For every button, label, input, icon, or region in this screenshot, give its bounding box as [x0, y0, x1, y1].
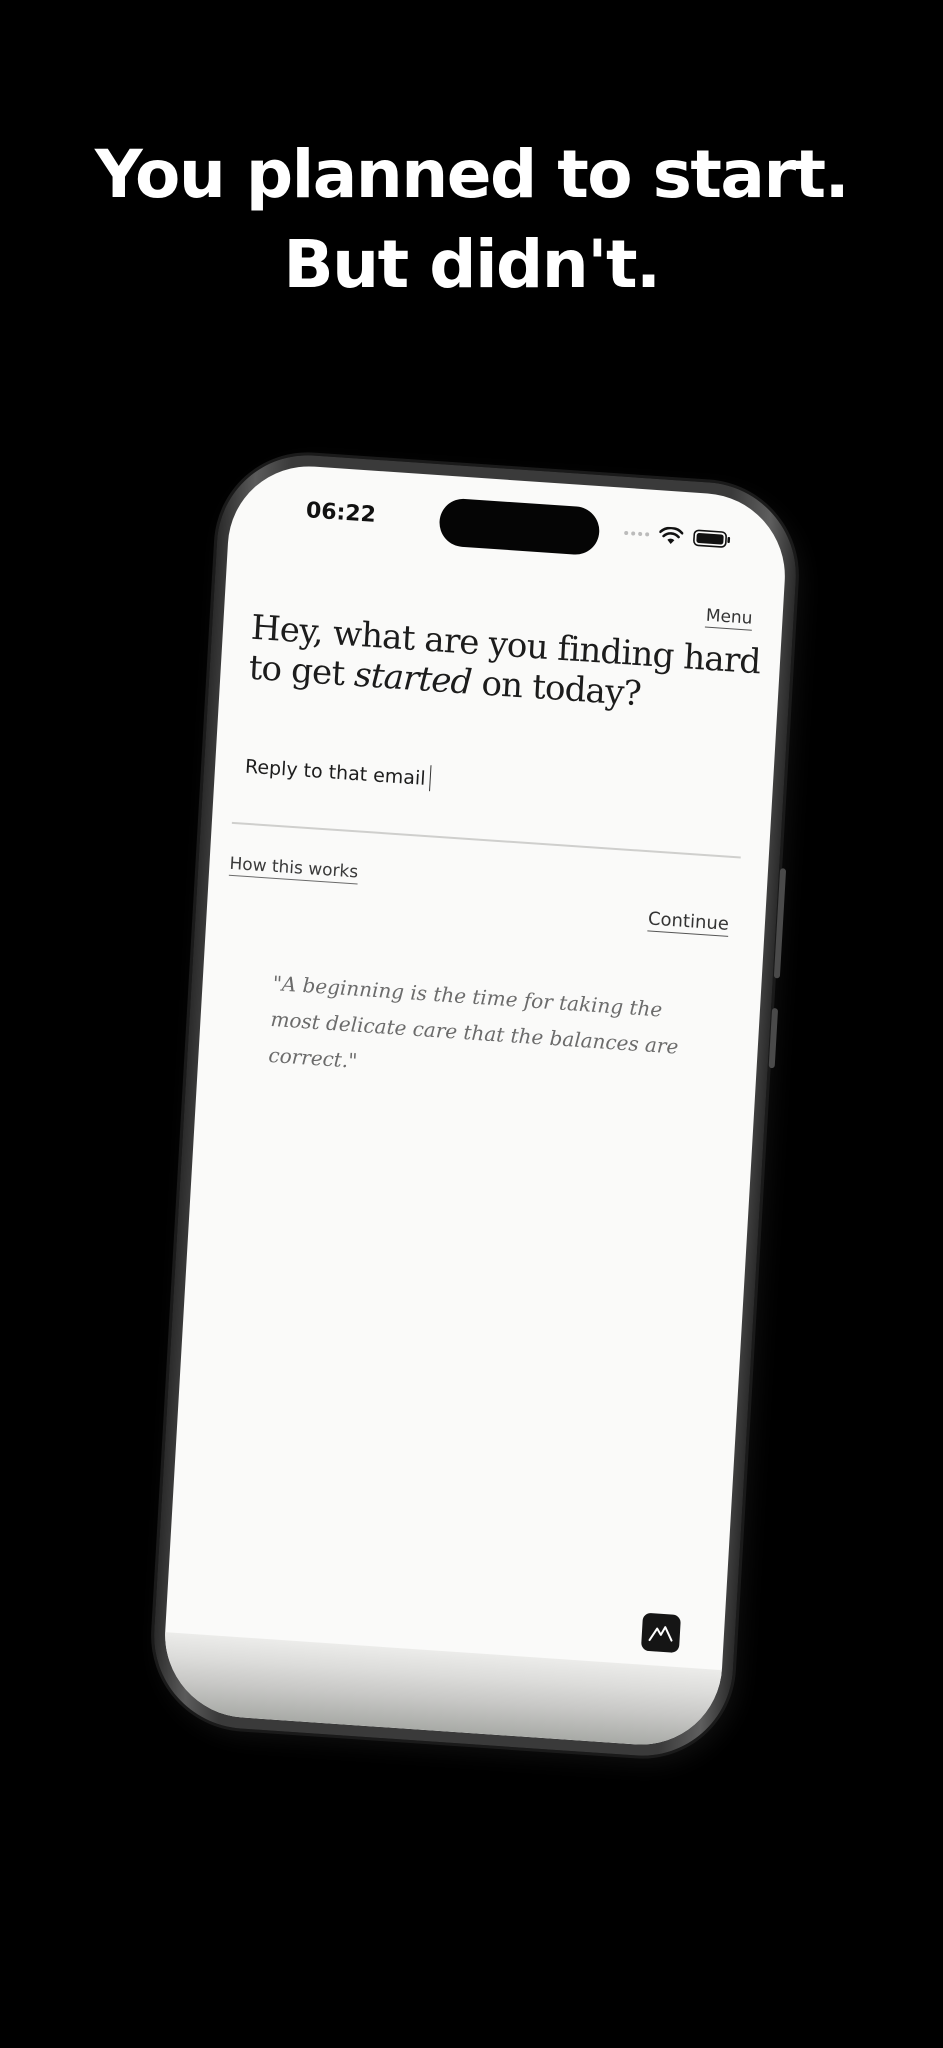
text-caret: [428, 765, 432, 792]
headline-line-1: You planned to start.: [94, 136, 850, 213]
dynamic-island: [438, 497, 601, 557]
quote-text: "A beginning is the time for taking the …: [267, 970, 680, 1073]
input-underline: [231, 821, 741, 859]
headline-line-2: But didn't.: [283, 226, 661, 303]
how-this-works-link[interactable]: How this works: [228, 853, 359, 885]
phone-screen: 06:22 Menu Hey, what are you finding har…: [160, 461, 790, 1750]
menu-link[interactable]: Menu: [705, 605, 754, 631]
signal-dots-icon: [624, 530, 650, 537]
mountain-logo-icon[interactable]: [640, 1612, 682, 1654]
task-input[interactable]: Reply to that email: [244, 753, 432, 792]
status-icons: [624, 524, 732, 549]
wifi-icon: [659, 526, 684, 546]
status-time: 06:22: [305, 498, 377, 528]
battery-icon: [693, 529, 732, 550]
continue-button[interactable]: Continue: [647, 908, 730, 937]
prompt-question: Hey, what are you finding hard to get st…: [248, 608, 771, 723]
phone-mockup: 06:22 Menu Hey, what are you finding har…: [148, 449, 802, 1762]
task-input-value[interactable]: Reply to that email: [244, 756, 426, 790]
question-emphasis: started: [353, 654, 473, 703]
headline: You planned to start. But didn't.: [0, 130, 943, 310]
